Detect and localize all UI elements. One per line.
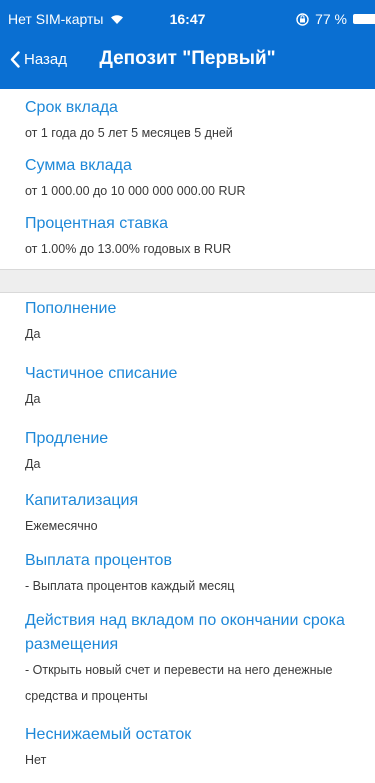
condition-label: Сумма вклада <box>25 157 132 174</box>
option-value: Да <box>25 392 41 406</box>
condition-value: от 1 года до 5 лет 5 месяцев 5 дней <box>25 126 233 140</box>
condition-value: от 1.00% до 13.00% годовых в RUR <box>25 242 232 256</box>
deposit-conditions: Срок вклада от 1 года до 5 лет 5 месяцев… <box>0 96 375 270</box>
option-interest-payout: Выплата процентов - Выплата процентов ка… <box>0 549 375 609</box>
page-title: Депозит "Первый" <box>99 48 276 69</box>
option-value: Ежемесячно <box>25 519 98 533</box>
condition-rate: Процентная ставка от 1.00% до 13.00% год… <box>0 212 375 270</box>
nav-bar: Назад Депозит "Первый" <box>0 37 375 89</box>
option-value: Нет <box>25 753 47 767</box>
battery-percent: 77 % <box>315 11 347 27</box>
option-minimum-balance: Неснижаемый остаток Нет <box>0 723 375 783</box>
condition-value: от 1 000.00 до 10 000 000 000.00 RUR <box>25 184 246 198</box>
section-divider <box>0 269 375 293</box>
option-value: Да <box>25 457 41 471</box>
option-label: Выплата процентов <box>25 552 172 569</box>
option-label: Пополнение <box>25 300 117 317</box>
option-value: - Выплата процентов каждый месяц <box>25 579 235 593</box>
option-end-of-term-actions: Действия над вкладом по окончании срока … <box>0 609 375 723</box>
deposit-options: Пополнение Да Частичное списание Да Прод… <box>0 297 375 783</box>
option-partial-withdrawal: Частичное списание Да <box>0 362 375 427</box>
option-label: Частичное списание <box>25 365 178 382</box>
battery-info: 77 % <box>296 11 375 27</box>
header: Нет SIM-карты 16:47 77 % Назад Депозит "… <box>0 0 375 89</box>
option-prolongation: Продление Да <box>0 427 375 489</box>
option-value: Да <box>25 327 41 341</box>
option-replenishment: Пополнение Да <box>0 297 375 362</box>
condition-label: Процентная ставка <box>25 215 168 232</box>
condition-amount: Сумма вклада от 1 000.00 до 10 000 000 0… <box>0 154 375 212</box>
condition-term: Срок вклада от 1 года до 5 лет 5 месяцев… <box>0 96 375 154</box>
condition-label: Срок вклада <box>25 99 118 116</box>
status-bar: Нет SIM-карты 16:47 77 % <box>0 0 375 37</box>
option-label: Неснижаемый остаток <box>25 726 192 743</box>
battery-icon <box>353 14 375 24</box>
option-capitalization: Капитализация Ежемесячно <box>0 489 375 549</box>
option-label: Капитализация <box>25 492 139 509</box>
option-label: Продление <box>25 430 109 447</box>
option-value: - Открыть новый счет и перевести на него… <box>25 663 333 703</box>
option-label: Действия над вкладом по окончании срока … <box>25 612 345 653</box>
rotation-lock-icon <box>296 12 309 26</box>
